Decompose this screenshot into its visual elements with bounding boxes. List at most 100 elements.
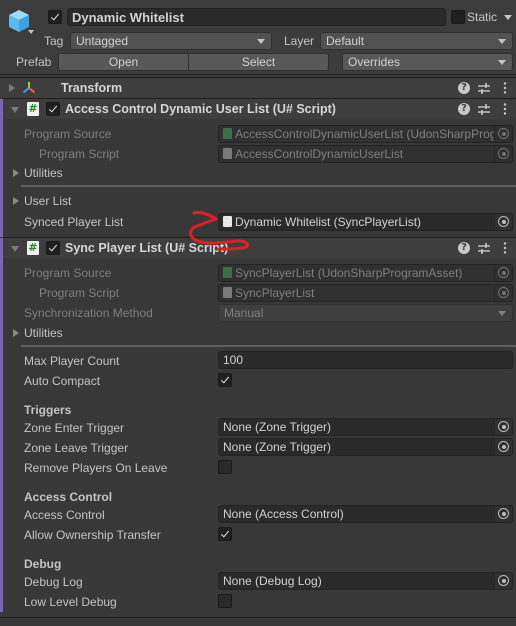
component-title: Sync Player List (U# Script) (65, 241, 229, 255)
access-control-component-header[interactable]: # Access Control Dynamic User List (U# S… (3, 98, 516, 119)
object-picker-icon[interactable] (494, 573, 512, 589)
script-component-icon (223, 216, 232, 227)
static-label[interactable]: Static (467, 10, 497, 24)
prefab-overrides-dropdown[interactable]: Overrides (342, 53, 513, 71)
prefab-label: Prefab (16, 55, 52, 69)
object-picker-icon[interactable] (494, 439, 512, 455)
object-picker-icon[interactable] (494, 214, 512, 230)
tag-label: Tag (44, 34, 64, 48)
object-picker-icon[interactable] (494, 265, 512, 281)
section-separator (21, 185, 516, 187)
low-level-debug-checkbox[interactable] (218, 594, 232, 608)
presets-sliders-icon[interactable] (477, 241, 491, 255)
static-checkbox[interactable] (451, 10, 465, 24)
utilities-foldout[interactable]: Utilities (24, 326, 63, 340)
utilities-foldout[interactable]: Utilities (24, 166, 63, 180)
prefab-select-button[interactable]: Select (188, 53, 329, 71)
sync-method-dropdown: Manual (218, 304, 513, 322)
object-picker-icon[interactable] (494, 506, 512, 522)
script-icon: # (27, 241, 39, 255)
sync-player-list-component-header[interactable]: # Sync Player List (U# Script) ? (3, 237, 516, 258)
tag-value: Untagged (76, 34, 129, 48)
help-icon[interactable]: ? (458, 103, 470, 115)
program-source-label: Program Source (24, 127, 112, 141)
user-list-foldout-icon[interactable] (13, 197, 19, 205)
script-icon: # (27, 102, 39, 116)
access-control-label: Access Control (24, 508, 105, 522)
foldout-expanded-icon[interactable] (11, 107, 19, 113)
transform-component-header[interactable]: Transform ? (0, 77, 516, 98)
overrides-label: Overrides (348, 55, 401, 69)
context-menu-kebab-icon[interactable] (498, 102, 512, 116)
section-separator (21, 345, 516, 347)
foldout-expanded-icon[interactable] (11, 246, 19, 252)
utilities-foldout-icon[interactable] (13, 329, 19, 337)
allow-ownership-label: Allow Ownership Transfer (24, 528, 161, 542)
chevron-down-icon (498, 60, 506, 65)
zone-enter-trigger-label: Zone Enter Trigger (24, 421, 125, 435)
program-source-field: AccessControlDynamicUserList (UdonSharpP… (218, 125, 513, 143)
allow-ownership-checkbox[interactable] (218, 527, 232, 541)
program-source-field: SyncPlayerList (UdonSharpProgramAsset) (218, 264, 513, 282)
transform-title: Transform (61, 81, 123, 95)
program-script-field: SyncPlayerList (218, 284, 513, 302)
static-dropdown-caret-icon[interactable] (504, 15, 512, 20)
debug-heading: Debug (24, 557, 62, 571)
program-script-field: AccessControlDynamicUserList (218, 145, 513, 163)
help-icon[interactable]: ? (458, 242, 470, 254)
auto-compact-checkbox[interactable] (218, 373, 232, 387)
synced-player-list-label: Synced Player List (24, 215, 124, 229)
help-icon[interactable]: ? (458, 82, 470, 94)
transform-axes-icon (22, 82, 36, 94)
remove-players-checkbox[interactable] (218, 460, 232, 474)
icon-dropdown-caret-icon[interactable] (28, 30, 34, 34)
program-script-label: Program Script (39, 147, 120, 161)
inspector-bottom-divider (0, 617, 516, 618)
context-menu-kebab-icon[interactable] (498, 81, 512, 95)
chevron-down-icon (257, 39, 265, 44)
component-accent-bar (0, 99, 3, 237)
debug-log-field[interactable]: None (Debug Log) (218, 572, 513, 590)
layer-value: Default (326, 34, 365, 48)
udon-program-asset-icon (223, 128, 232, 139)
debug-log-label: Debug Log (24, 575, 83, 589)
access-control-heading: Access Control (24, 490, 113, 504)
utilities-foldout-icon[interactable] (13, 169, 19, 177)
max-player-count-label: Max Player Count (24, 354, 120, 368)
remove-players-label: Remove Players On Leave (24, 461, 168, 475)
auto-compact-label: Auto Compact (24, 374, 101, 388)
user-list-foldout[interactable]: User List (24, 194, 71, 208)
gameobject-header: Dynamic Whitelist Static Tag Untagged La… (0, 0, 516, 75)
component-enabled-checkbox[interactable] (46, 241, 60, 255)
component-title: Access Control Dynamic User List (U# Scr… (65, 102, 336, 116)
zone-leave-trigger-label: Zone Leave Trigger (24, 441, 129, 455)
presets-sliders-icon[interactable] (477, 102, 491, 116)
triggers-heading: Triggers (24, 403, 72, 417)
script-file-icon (223, 148, 232, 159)
udon-program-asset-icon (223, 267, 232, 278)
object-picker-icon[interactable] (494, 419, 512, 435)
synced-player-list-field[interactable]: Dynamic Whitelist (SyncPlayerList) (218, 213, 513, 231)
object-name-field[interactable]: Dynamic Whitelist (67, 8, 446, 26)
object-picker-icon[interactable] (494, 285, 512, 301)
active-toggle[interactable] (48, 10, 62, 24)
program-script-label: Program Script (39, 286, 120, 300)
object-picker-icon[interactable] (494, 146, 512, 162)
zone-leave-trigger-field[interactable]: None (Zone Trigger) (218, 438, 513, 456)
prefab-open-button[interactable]: Open (58, 53, 189, 71)
object-picker-icon[interactable] (494, 126, 512, 142)
zone-enter-trigger-field[interactable]: None (Zone Trigger) (218, 418, 513, 436)
gameobject-cube-icon[interactable] (8, 9, 30, 33)
component-enabled-checkbox[interactable] (46, 102, 60, 116)
script-file-icon (223, 287, 232, 298)
chevron-down-icon (498, 311, 506, 316)
access-control-field[interactable]: None (Access Control) (218, 505, 513, 523)
presets-sliders-icon[interactable] (477, 81, 491, 95)
layer-label: Layer (284, 34, 315, 48)
foldout-collapsed-icon[interactable] (9, 84, 15, 92)
max-player-count-input[interactable]: 100 (218, 351, 513, 369)
layer-dropdown[interactable]: Default (320, 32, 513, 50)
component-accent-bar (0, 238, 3, 612)
tag-dropdown[interactable]: Untagged (70, 32, 272, 50)
context-menu-kebab-icon[interactable] (498, 241, 512, 255)
